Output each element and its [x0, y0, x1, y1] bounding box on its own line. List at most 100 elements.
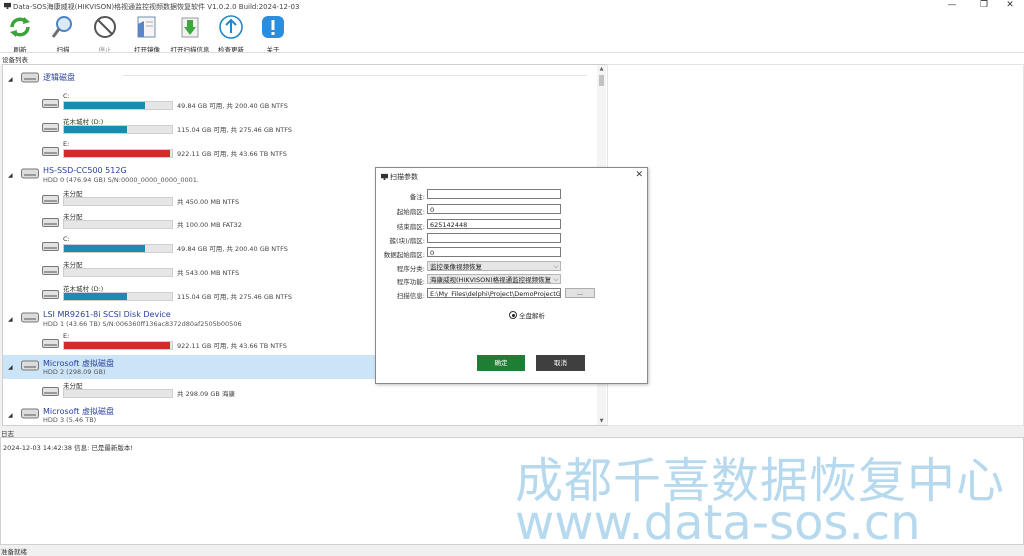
tab-strip: 设备列表 [0, 52, 1024, 64]
scan-params-dialog: 扫描参数 ✕ 备注: 起始扇区: 0 结束扇区: 625142448 簇(块)/… [375, 167, 648, 384]
browse-button[interactable]: ... [565, 288, 595, 298]
hard-disk-icon [21, 360, 39, 371]
drive-icon [42, 218, 59, 227]
watermark-url: www.data-sos.cn [515, 495, 921, 551]
open-image-icon [137, 16, 156, 38]
function-select[interactable]: 海康威视(HIKVISON)格视通监控视频恢复 ⌵ [427, 274, 561, 284]
scan-info-input[interactable]: E:\My_Files\delphi\Project\DemoProjectGr… [427, 288, 561, 298]
refresh-icon [10, 17, 30, 37]
minimize-button[interactable]: — [938, 0, 966, 12]
scan-info-label: 扫描信息: [396, 292, 425, 300]
note-input[interactable] [427, 189, 561, 199]
partition-info: 共 450.00 MB NTFS [177, 198, 240, 206]
usage-bar [63, 101, 173, 110]
drive-icon [42, 290, 59, 299]
usage-bar [63, 244, 173, 253]
tab-device-list[interactable]: 设备列表 [2, 54, 28, 64]
status-bar: 准备就绪 [0, 544, 1024, 556]
disk-name: 逻辑磁盘 [43, 73, 75, 82]
scan-button[interactable]: 扫描 [41, 14, 85, 54]
disk-details: HDD 3 (5.46 TB) [43, 416, 97, 424]
partition-info: 115.04 GB 可用, 共 275.46 GB NTFS [177, 293, 293, 301]
scroll-down-icon[interactable]: ▼ [597, 417, 606, 425]
function-label: 程序功能: [396, 278, 425, 286]
partition-info: 922.11 GB 可用, 共 43.66 TB NTFS [177, 150, 287, 158]
usage-bar [63, 149, 173, 158]
hard-disk-icon [21, 408, 39, 419]
update-icon [219, 15, 243, 39]
collapse-icon[interactable]: ◢ [8, 364, 13, 371]
drive-icon [42, 339, 59, 348]
log-line: 2024-12-03 14:42:38 信息: 已是最新版本! [3, 444, 133, 452]
detail-pane [607, 64, 1024, 426]
data-start-input[interactable]: 0 [427, 247, 561, 257]
disk-row[interactable]: ◢ Microsoft 虚拟磁盘 HDD 3 (5.46 TB) [3, 403, 597, 425]
usage-bar [63, 341, 173, 350]
about-icon [262, 16, 284, 38]
partition-row[interactable]: E: 922.11 GB 可用, 共 43.66 TB NTFS [3, 139, 597, 162]
cluster-size-label: 簇(块)/扇区: [389, 237, 425, 245]
usage-bar [63, 220, 173, 229]
cluster-size-input[interactable] [427, 233, 561, 243]
scroll-up-icon[interactable]: ▲ [597, 65, 606, 73]
partition-info: 115.04 GB 可用, 共 275.46 GB NTFS [177, 126, 293, 134]
drive-icon [42, 123, 59, 132]
disk-name: HS-SSD-CC500 512G [43, 166, 127, 175]
drive-icon [42, 266, 59, 275]
hard-disk-icon [21, 168, 39, 179]
partition-info: 共 298.09 GB 海康 [177, 390, 235, 398]
usage-bar [63, 197, 173, 206]
usage-bar [63, 389, 173, 398]
refresh-button[interactable]: 刷新 [0, 14, 42, 54]
stop-button[interactable]: 停止 [83, 14, 127, 54]
partition-info: 共 543.00 MB NTFS [177, 269, 240, 277]
full-disk-radio-label: 全盘解析 [519, 312, 545, 320]
about-button[interactable]: 关于 [251, 14, 295, 54]
partition-row[interactable]: C: 49.84 GB 可用, 共 200.40 GB NTFS [3, 91, 597, 114]
collapse-icon[interactable]: ◢ [8, 412, 13, 419]
end-sector-input[interactable]: 625142448 [427, 219, 561, 229]
dialog-close-icon[interactable]: ✕ [635, 170, 643, 180]
open-scan-info-button[interactable]: 打开扫描信息 [168, 14, 212, 54]
dialog-title-bar: 扫描参数 ✕ [376, 168, 647, 184]
app-icon [381, 173, 388, 180]
collapse-icon[interactable]: ◢ [8, 172, 13, 179]
radio-checked-icon [509, 311, 517, 319]
close-button[interactable]: ✕ [996, 0, 1024, 12]
start-sector-input[interactable]: 0 [427, 204, 561, 214]
category-label: 程序分类: [396, 265, 425, 273]
drive-icon [42, 195, 59, 204]
start-sector-label: 起始扇区: [396, 208, 425, 216]
category-select[interactable]: 监控录像视频恢复 ⌵ [427, 261, 561, 271]
collapse-icon[interactable]: ◢ [8, 76, 13, 83]
disk-details: HDD 2 (298.09 GB) [43, 368, 106, 376]
full-disk-radio[interactable]: 全盘解析 [509, 310, 545, 320]
data-start-label: 数据起始扇区: [383, 251, 425, 259]
note-label: 备注: [409, 193, 425, 201]
stop-icon [94, 16, 116, 38]
usage-fill [64, 342, 170, 349]
cancel-button[interactable]: 取消 [536, 355, 585, 371]
disk-row[interactable]: ◢ 逻辑磁盘 [3, 67, 597, 91]
collapse-icon[interactable]: ◢ [8, 316, 13, 323]
partition-name: C: [63, 92, 70, 100]
title-bar: Data-SOS海康威视(HIKVISON)格视通监控视频数据恢复软件 V1.0… [0, 0, 1024, 12]
check-update-button[interactable]: 检查更新 [209, 14, 253, 54]
partition-info: 49.84 GB 可用, 共 200.40 GB NTFS [177, 102, 288, 110]
disk-details: HDD 1 (43.66 TB) S/N:006360ff136ac8372d8… [43, 320, 242, 328]
disk-name: LSI MR9261-8i SCSI Disk Device [43, 310, 171, 319]
open-image-button[interactable]: 打开镜像 [125, 14, 169, 54]
dialog-title: 扫描参数 [390, 173, 418, 181]
usage-fill [64, 102, 145, 109]
partition-info: 922.11 GB 可用, 共 43.66 TB NTFS [177, 342, 287, 350]
drive-icon [42, 147, 59, 156]
partition-row[interactable]: 花木城村 (D:) 115.04 GB 可用, 共 275.46 GB NTFS [3, 115, 597, 138]
toolbar: 刷新 扫描 停止 打开镜像 打开扫描信息 检查更新 关于 [0, 12, 1024, 54]
partition-info: 49.84 GB 可用, 共 200.40 GB NTFS [177, 245, 288, 253]
ok-button[interactable]: 确定 [477, 355, 525, 371]
open-scan-info-icon [181, 17, 199, 38]
maximize-button[interactable]: ❐ [970, 0, 998, 12]
function-value: 海康威视(HIKVISON)格视通监控视频恢复 [430, 276, 552, 284]
scrollbar-thumb[interactable] [599, 75, 604, 86]
partition-name: E: [63, 332, 70, 340]
